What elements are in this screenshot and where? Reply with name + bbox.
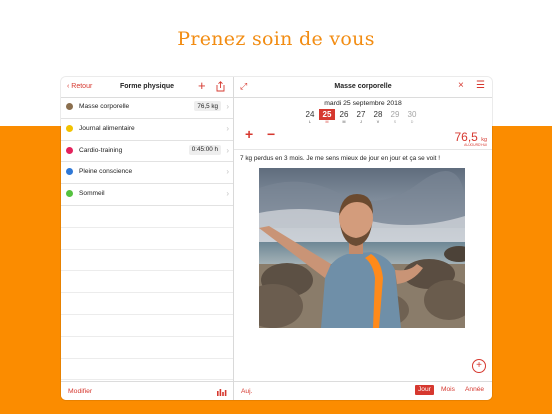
list-item-label: Pleine conscience [79, 168, 133, 176]
list-item-label: Cardio-training [79, 146, 123, 154]
day-26[interactable]: 26 M [336, 109, 352, 124]
chevron-right-icon: › [226, 102, 229, 111]
day-30[interactable]: 30 D [404, 109, 420, 124]
day-number: 26 [339, 110, 349, 119]
empty-row [61, 315, 233, 337]
list-item-label: Sommeil [79, 190, 105, 198]
segment-day[interactable]: Jour [415, 385, 434, 395]
chevron-right-icon: › [226, 145, 229, 155]
value-badge: 0:45:00 h [188, 144, 221, 155]
page-headline: Prenez soin de vous [177, 28, 375, 50]
empty-row [61, 293, 233, 315]
day-number: 27 [356, 110, 366, 119]
color-dot [66, 103, 73, 110]
selected-date: mardi 25 septembre 2018 [324, 100, 402, 107]
day-letter: L [309, 120, 311, 124]
segment-year[interactable]: Année [462, 385, 487, 395]
day-number: 29 [390, 110, 400, 119]
day-number: 24 [305, 110, 315, 119]
list-item-journal-alimentaire[interactable]: Journal alimentaire › [61, 119, 233, 141]
decrease-button[interactable]: − [267, 126, 275, 142]
add-entry-button[interactable]: + [472, 359, 486, 373]
empty-row [61, 206, 233, 228]
detail-panel: ⤢ Masse corporelle × ☰ mardi 25 septembr… [234, 77, 492, 400]
close-icon[interactable]: × [458, 80, 464, 91]
bar-chart-icon[interactable] [217, 388, 227, 396]
list-item-masse-corporelle[interactable]: Masse corporelle 76,5 kg › [61, 97, 233, 119]
empty-row [61, 228, 233, 250]
day-letter: M [325, 120, 329, 124]
note-text[interactable]: 7 kg perdus en 3 mois. Je me sens mieux … [240, 155, 440, 162]
color-dot [66, 190, 73, 198]
tablet-window: ‹ Retour Forme physique + Masse corporel… [61, 77, 492, 400]
day-27[interactable]: 27 J [353, 109, 369, 124]
empty-row [61, 271, 233, 294]
chevron-right-icon: › [226, 167, 229, 177]
day-number: 25 [319, 109, 335, 120]
color-dot [66, 168, 73, 176]
list-item-label: Masse corporelle [79, 103, 130, 110]
day-letter: V [376, 120, 380, 124]
color-dot [66, 124, 73, 132]
chevron-right-icon: › [226, 123, 229, 133]
day-25[interactable]: 25 M [319, 109, 335, 124]
share-icon[interactable] [216, 81, 225, 92]
weight-readout: 76,5 kg [454, 130, 487, 144]
day-24[interactable]: 24 L [302, 109, 318, 124]
detail-navbar: ⤢ Masse corporelle × ☰ [234, 77, 492, 98]
add-icon[interactable]: + [198, 78, 206, 93]
weight-value: 76,5 [454, 130, 478, 144]
day-letter: M [342, 120, 346, 124]
day-letter: D [410, 120, 414, 124]
list-item-sommeil[interactable]: Sommeil › [61, 184, 233, 206]
detail-footer: Auj. Jour Mois Année [234, 381, 492, 400]
selfie-photo [259, 168, 465, 328]
modify-button[interactable]: Modifier [68, 388, 92, 395]
day-28[interactable]: 28 V [370, 109, 386, 124]
empty-row [61, 250, 233, 272]
day-number: 30 [407, 110, 417, 119]
list-item-cardio-training[interactable]: Cardio-training 0:45:00 h › [61, 141, 233, 163]
today-button[interactable]: Auj. [241, 388, 252, 395]
value-badge: 76,5 kg [194, 101, 221, 111]
category-list: Masse corporelle 76,5 kg › Journal alime… [61, 97, 233, 381]
segment-month[interactable]: Mois [438, 385, 458, 395]
divider [234, 149, 492, 150]
detail-title: Masse corporelle [334, 83, 392, 90]
list-item-label: Journal alimentaire [79, 124, 135, 132]
day-29[interactable]: 29 S [387, 109, 403, 124]
empty-row [61, 359, 233, 381]
sidebar-footer: Modifier [61, 381, 233, 400]
menu-icon[interactable]: ☰ [476, 80, 485, 91]
increase-button[interactable]: + [245, 126, 253, 142]
sidebar-title: Forme physique [119, 83, 175, 90]
color-dot [66, 146, 73, 154]
weight-caption: AUJOURD'HUI [464, 143, 487, 147]
day-letter: J [360, 120, 362, 124]
day-number: 28 [373, 110, 383, 119]
sidebar-navbar: ‹ Retour Forme physique + [61, 77, 233, 98]
list-item-pleine-conscience[interactable]: Pleine conscience › [61, 162, 233, 185]
chevron-right-icon: › [226, 189, 229, 199]
sidebar: ‹ Retour Forme physique + Masse corporel… [61, 77, 234, 400]
empty-row [61, 337, 233, 359]
day-letter: S [393, 120, 397, 124]
